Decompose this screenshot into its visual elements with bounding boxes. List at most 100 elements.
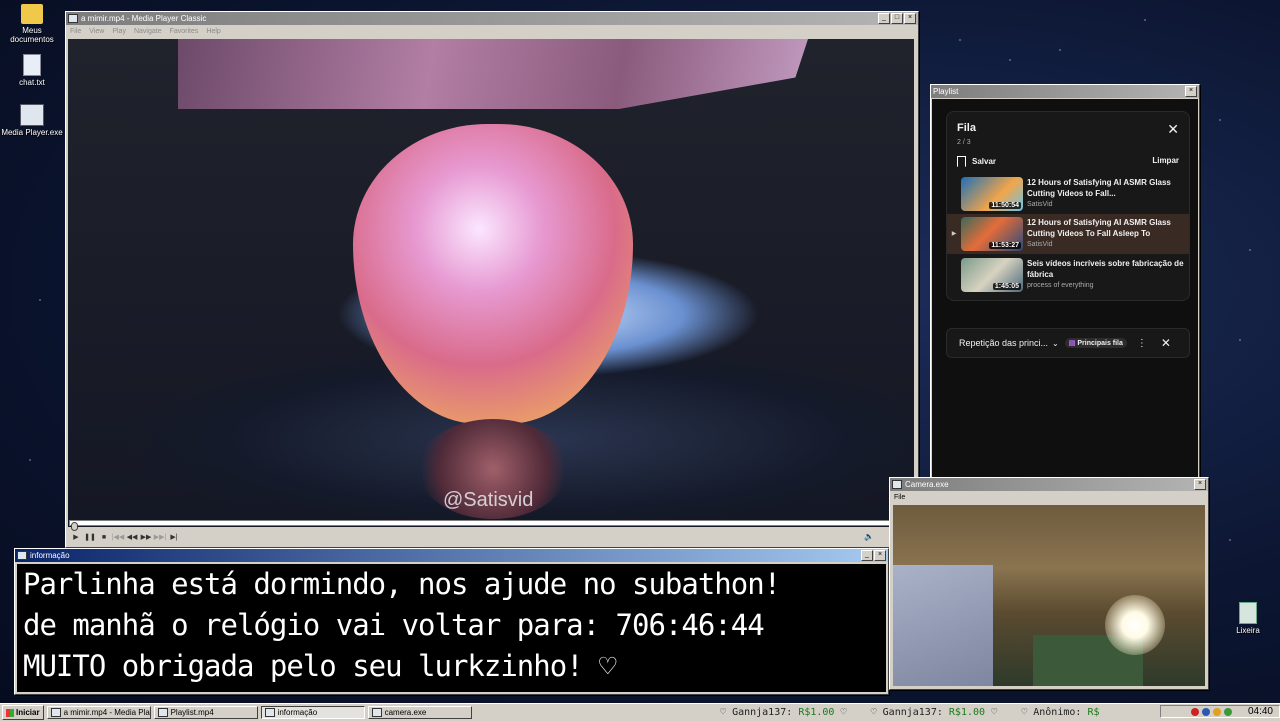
window-title: Camera.exe bbox=[905, 480, 949, 489]
seek-bar[interactable] bbox=[69, 520, 915, 531]
video-area[interactable]: @Satisvid bbox=[68, 39, 914, 527]
system-tray: 04:40 bbox=[1160, 705, 1280, 718]
menu-navigate[interactable]: Navigate bbox=[134, 28, 162, 35]
tray-app-icon[interactable] bbox=[1201, 707, 1210, 716]
donation-ticker: ♡ Gannja137: R$1.00 ♡ ♡ Gannja137: R$1.0… bbox=[720, 705, 1160, 720]
loop-dropdown[interactable]: Repetição das princi... bbox=[959, 338, 1048, 348]
start-label: Iniciar bbox=[16, 708, 40, 717]
close-button[interactable]: × bbox=[1194, 479, 1206, 490]
menu-file[interactable]: File bbox=[70, 28, 81, 35]
duration-badge: 11:53:27 bbox=[989, 242, 1021, 249]
menu-bar: File View Play Navigate Favorites Help bbox=[66, 25, 918, 37]
taskbar-item-media-player[interactable]: a mimir.mp4 - Media Player... bbox=[46, 706, 151, 719]
play-button[interactable]: ▶ bbox=[69, 533, 83, 541]
menu-favorites[interactable]: Favorites bbox=[170, 28, 199, 35]
menu-bar: File bbox=[890, 491, 1208, 503]
desktop-icon-recycle-bin[interactable]: Lixeira bbox=[1216, 602, 1280, 635]
chip-label: Principais fila bbox=[1077, 340, 1123, 347]
taskbar-clock[interactable]: 04:40 bbox=[1248, 706, 1273, 717]
frame-step-button[interactable]: ▶| bbox=[167, 533, 181, 541]
close-button[interactable]: × bbox=[1185, 86, 1197, 97]
menu-play[interactable]: Play bbox=[112, 28, 126, 35]
queue-item-current[interactable]: ▶ 11:53:27 12 Hours of Satisfying AI ASM… bbox=[947, 214, 1189, 254]
close-icon[interactable]: ✕ bbox=[1161, 336, 1171, 350]
close-button[interactable]: × bbox=[904, 13, 916, 24]
application-icon bbox=[20, 104, 44, 126]
queue-item[interactable]: 11:50:54 12 Hours of Satisfying AI ASMR … bbox=[947, 174, 1189, 214]
info-titlebar[interactable]: informação _ × bbox=[15, 549, 888, 562]
close-icon[interactable]: ✕ bbox=[1167, 121, 1179, 138]
window-title: Playlist bbox=[933, 87, 959, 96]
camera-window[interactable]: Camera.exe × File bbox=[889, 477, 1209, 690]
window-title: informação bbox=[30, 551, 70, 560]
donation-amount: R$1.00 bbox=[798, 707, 835, 718]
queue-item-indicator bbox=[947, 255, 961, 271]
info-window[interactable]: informação _ × Parlinha está dormindo, n… bbox=[14, 548, 889, 695]
menu-help[interactable]: Help bbox=[206, 28, 220, 35]
video-thumbnail: 11:50:54 bbox=[961, 177, 1023, 211]
info-line: MUITO obrigada pelo seu lurkzinho! ♡ bbox=[23, 649, 617, 683]
playing-indicator-icon: ▶ bbox=[951, 231, 957, 237]
previous-button[interactable]: |◀◀ bbox=[111, 533, 125, 541]
taskbar-item-playlist[interactable]: Playlist.mp4 bbox=[153, 706, 258, 719]
save-button[interactable]: Salvar bbox=[957, 156, 996, 167]
minimize-button[interactable]: _ bbox=[878, 13, 890, 24]
video-knife-image bbox=[178, 39, 808, 109]
playlist-titlebar[interactable]: Playlist × bbox=[931, 85, 1199, 98]
taskbar-item-informacao[interactable]: informação bbox=[260, 706, 365, 719]
playback-controls: ▶ ❚❚ ■ |◀◀ ◀◀ ▶▶ ▶▶| ▶| bbox=[69, 531, 181, 543]
queue-item-info: Seis vídeos incríveis sobre fabricação d… bbox=[1027, 258, 1187, 289]
camera-titlebar[interactable]: Camera.exe × bbox=[890, 478, 1208, 491]
app-icon bbox=[17, 551, 27, 560]
taskbar-item-label: Playlist.mp4 bbox=[170, 708, 214, 717]
window-title: a mimir.mp4 - Media Player Classic bbox=[81, 14, 207, 23]
maximize-button[interactable]: □ bbox=[891, 13, 903, 24]
chevron-down-icon[interactable]: ⌄ bbox=[1052, 339, 1059, 348]
video-strawberry-image bbox=[353, 124, 633, 424]
menu-view[interactable]: View bbox=[89, 28, 104, 35]
playlist-window[interactable]: Playlist × Fila 2 / 3 ✕ Salvar Limpar 11… bbox=[930, 84, 1200, 479]
heart-icon: ♡ bbox=[870, 707, 877, 718]
taskbar-item-label: a mimir.mp4 - Media Player... bbox=[63, 708, 150, 717]
seek-thumb[interactable] bbox=[71, 522, 78, 531]
clear-button[interactable]: Limpar bbox=[1152, 156, 1179, 165]
desktop-icon-label: Lixeira bbox=[1236, 626, 1260, 635]
heart-icon: ♡ bbox=[720, 707, 727, 718]
queue-item[interactable]: 1:45:05 Seis vídeos incríveis sobre fabr… bbox=[947, 255, 1189, 295]
tray-app-icon[interactable] bbox=[1190, 707, 1199, 716]
desktop-icon-my-documents[interactable]: Meus documentos bbox=[0, 4, 64, 44]
app-icon bbox=[157, 708, 168, 717]
tray-app-icon[interactable] bbox=[1223, 707, 1232, 716]
close-button[interactable]: × bbox=[874, 550, 886, 561]
more-options-icon[interactable]: ⋮ bbox=[1137, 338, 1147, 349]
text-file-icon bbox=[23, 54, 41, 76]
pause-button[interactable]: ❚❚ bbox=[83, 533, 97, 541]
desktop-icon-label: Meus documentos bbox=[10, 26, 54, 44]
tray-app-icon[interactable] bbox=[1212, 707, 1221, 716]
menu-file[interactable]: File bbox=[894, 494, 905, 501]
stop-button[interactable]: ■ bbox=[97, 534, 111, 541]
app-icon bbox=[371, 708, 382, 717]
info-message: Parlinha está dormindo, nos ajude no sub… bbox=[17, 564, 886, 692]
info-line: Parlinha está dormindo, nos ajude no sub… bbox=[23, 567, 781, 601]
fast-forward-button[interactable]: ▶▶ bbox=[139, 533, 153, 541]
media-player-window[interactable]: a mimir.mp4 - Media Player Classic _ □ ×… bbox=[65, 11, 919, 548]
desktop-icon-label: chat.txt bbox=[19, 78, 45, 87]
camera-lamp-glow bbox=[1105, 595, 1165, 655]
bookmark-icon bbox=[957, 156, 966, 167]
minimize-button[interactable]: _ bbox=[861, 550, 873, 561]
desktop-icon-label: Media Player.exe bbox=[1, 128, 63, 137]
next-button[interactable]: ▶▶| bbox=[153, 533, 167, 541]
taskbar-item-camera[interactable]: camera.exe bbox=[367, 706, 472, 719]
media-player-titlebar[interactable]: a mimir.mp4 - Media Player Classic _ □ × bbox=[66, 12, 918, 25]
desktop-icon-media-player[interactable]: Media Player.exe bbox=[0, 104, 64, 137]
app-icon bbox=[50, 708, 61, 717]
rewind-button[interactable]: ◀◀ bbox=[125, 533, 139, 541]
start-button[interactable]: Iniciar bbox=[2, 705, 44, 720]
volume-icon[interactable]: 🔈 bbox=[864, 532, 874, 541]
queue-chip[interactable]: ▤ Principais fila bbox=[1064, 338, 1127, 348]
video-thumbnail: 1:45:05 bbox=[961, 258, 1023, 292]
queue-item-channel: SatisVid bbox=[1027, 241, 1053, 248]
desktop-icon-chat-txt[interactable]: chat.txt bbox=[0, 54, 64, 87]
duration-badge: 11:50:54 bbox=[989, 202, 1021, 209]
